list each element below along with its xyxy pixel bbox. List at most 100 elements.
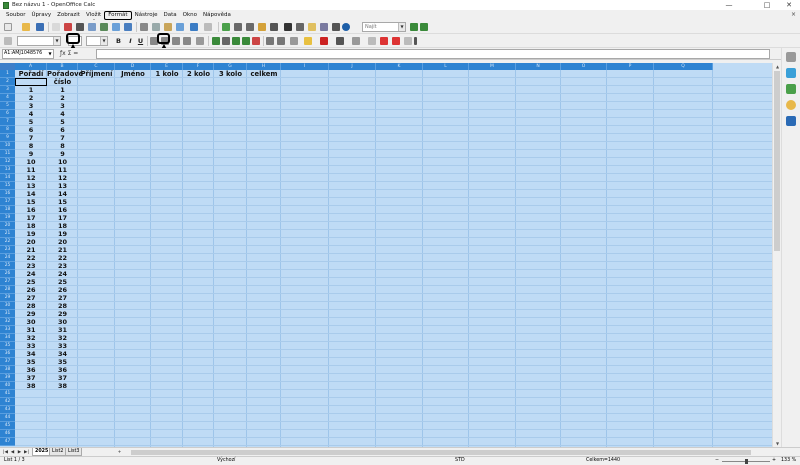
export-pdf-icon[interactable]: [64, 23, 72, 31]
close-button[interactable]: ✕: [778, 0, 800, 10]
cell[interactable]: Pořadové: [47, 70, 83, 78]
underline-button[interactable]: U: [136, 36, 145, 46]
cell[interactable]: 29: [15, 310, 47, 318]
row-header[interactable]: 16: [0, 190, 15, 198]
row-header[interactable]: 31: [0, 310, 15, 318]
add-decimal-icon[interactable]: [242, 37, 250, 45]
insert-rows-icon[interactable]: [368, 37, 376, 45]
row-header[interactable]: 40: [0, 382, 15, 390]
font-name-combo[interactable]: ▼: [17, 36, 61, 46]
column-header-i[interactable]: I: [281, 63, 329, 70]
insert-columns-icon[interactable]: [404, 37, 412, 45]
column-header-h[interactable]: H: [247, 63, 281, 70]
row-header[interactable]: 13: [0, 166, 15, 174]
selection-mode[interactable]: STD: [455, 457, 465, 465]
cell[interactable]: Příjmení: [78, 70, 115, 78]
cell[interactable]: 26: [15, 286, 47, 294]
column-header-b[interactable]: B: [47, 63, 78, 70]
row-header[interactable]: 8: [0, 126, 15, 134]
row-header[interactable]: 15: [0, 182, 15, 190]
cell[interactable]: 3: [47, 102, 78, 110]
function-wizard-icon[interactable]: ƒx Σ =: [60, 49, 78, 59]
cell[interactable]: 35: [47, 358, 78, 366]
row-header[interactable]: 28: [0, 286, 15, 294]
column-header-o[interactable]: O: [561, 63, 607, 70]
cell[interactable]: 25: [15, 278, 47, 286]
data-sources-icon[interactable]: [320, 23, 328, 31]
cell[interactable]: 28: [47, 302, 78, 310]
cell[interactable]: 35: [15, 358, 47, 366]
delete-rows-icon[interactable]: [380, 37, 388, 45]
pivot-table-icon[interactable]: [270, 23, 278, 31]
cell[interactable]: číslo: [47, 78, 78, 86]
bold-button[interactable]: B: [114, 36, 123, 46]
cell[interactable]: 2: [15, 94, 47, 102]
cell[interactable]: 12: [47, 174, 78, 182]
row-header[interactable]: 44: [0, 414, 15, 422]
cell[interactable]: 26: [47, 286, 78, 294]
cell[interactable]: 38: [15, 382, 47, 390]
find-previous-icon[interactable]: [420, 23, 428, 31]
zoom-level[interactable]: 133 %: [781, 457, 796, 465]
row-header[interactable]: 29: [0, 294, 15, 302]
open-folder-icon[interactable]: [22, 23, 30, 31]
chevron-down-icon[interactable]: ▼: [53, 37, 60, 45]
menu-format[interactable]: Formát: [104, 10, 132, 20]
cell[interactable]: 29: [47, 310, 78, 318]
font-size-dropdown[interactable]: ▼: [86, 36, 108, 46]
prev-sheet-icon[interactable]: ◀: [9, 449, 16, 456]
menu-upravy[interactable]: Úpravy: [28, 11, 54, 20]
redo-icon[interactable]: [204, 23, 212, 31]
zoom-slider-handle[interactable]: [745, 459, 748, 464]
cell[interactable]: 8: [47, 142, 78, 150]
find-input[interactable]: Najít ▼: [362, 22, 406, 32]
cell[interactable]: 20: [15, 238, 47, 246]
cell[interactable]: 17: [47, 214, 78, 222]
row-header[interactable]: 34: [0, 334, 15, 342]
decrease-indent-icon[interactable]: [266, 37, 274, 45]
print-icon[interactable]: [76, 23, 84, 31]
cell[interactable]: 23: [15, 262, 47, 270]
cell[interactable]: 4: [47, 110, 78, 118]
navigator-sidebar-icon[interactable]: [786, 116, 796, 126]
menu-nastroje[interactable]: Nástroje: [132, 11, 161, 20]
gallery-sidebar-icon[interactable]: [786, 100, 796, 110]
row-header[interactable]: 21: [0, 230, 15, 238]
number-format-icon[interactable]: [232, 37, 240, 45]
copy-icon[interactable]: [152, 23, 160, 31]
row-header[interactable]: 20: [0, 222, 15, 230]
cell[interactable]: 19: [47, 230, 78, 238]
row-header[interactable]: 43: [0, 406, 15, 414]
borders-icon[interactable]: [290, 37, 298, 45]
row-header[interactable]: 7: [0, 118, 15, 126]
sort-ascending-icon[interactable]: [234, 23, 242, 31]
row-header[interactable]: 9: [0, 134, 15, 142]
row-header[interactable]: 18: [0, 206, 15, 214]
styles-formatting-icon[interactable]: [786, 84, 796, 94]
align-right-icon[interactable]: [172, 37, 180, 45]
cell[interactable]: 11: [47, 166, 78, 174]
zoom-icon[interactable]: [332, 23, 340, 31]
row-header[interactable]: 38: [0, 366, 15, 374]
cell[interactable]: 5: [47, 118, 78, 126]
zoom-in-icon[interactable]: +: [772, 457, 776, 465]
row-header[interactable]: 25: [0, 262, 15, 270]
menu-napoveda[interactable]: Nápověda: [200, 11, 234, 20]
row-header[interactable]: 33: [0, 326, 15, 334]
cell[interactable]: 14: [47, 190, 78, 198]
row-header[interactable]: 4: [0, 94, 15, 102]
gallery-icon[interactable]: [308, 23, 316, 31]
cell[interactable]: 24: [15, 270, 47, 278]
cell[interactable]: 15: [15, 198, 47, 206]
save-icon[interactable]: [36, 23, 44, 31]
cell[interactable]: Jméno: [115, 70, 151, 78]
cell[interactable]: 18: [15, 222, 47, 230]
cell[interactable]: 28: [15, 302, 47, 310]
minimize-button[interactable]: —: [718, 0, 740, 10]
cell[interactable]: 27: [47, 294, 78, 302]
cell[interactable]: 37: [15, 374, 47, 382]
cell[interactable]: 22: [47, 254, 78, 262]
row-header[interactable]: 6: [0, 110, 15, 118]
cell[interactable]: 1: [15, 86, 47, 94]
merge-cells-icon[interactable]: [196, 37, 204, 45]
